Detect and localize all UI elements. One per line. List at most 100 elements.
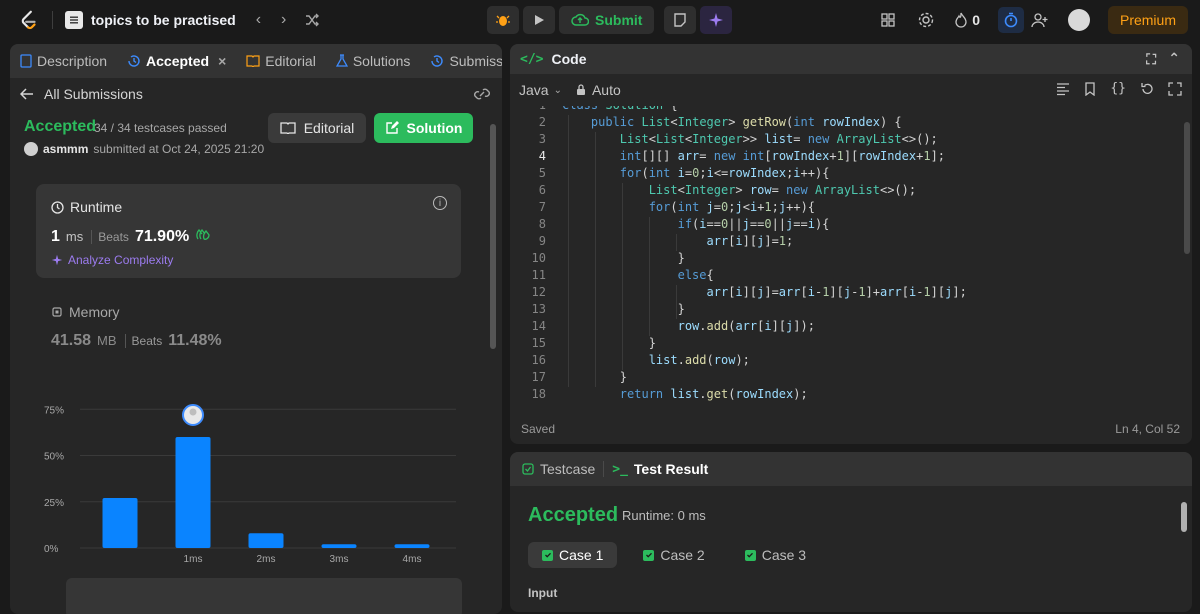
book-icon — [246, 55, 260, 67]
code-line[interactable]: 11 else{ — [510, 268, 1192, 285]
submit-button[interactable]: Submit — [559, 6, 655, 34]
language-select[interactable]: Java ⌄ — [519, 82, 562, 98]
maximize-icon[interactable]: ⛶ — [1146, 51, 1156, 68]
code-editor[interactable]: 1 class Solution {2 public List<Integer> … — [510, 106, 1192, 401]
memory-value: 41.58 MB Beats 11.48% — [51, 332, 222, 350]
debug-button[interactable] — [487, 6, 519, 34]
tab-description[interactable]: Description — [10, 44, 117, 78]
add-user-icon[interactable] — [1030, 10, 1050, 30]
next-problem-chevron-right-icon[interactable]: › — [281, 11, 286, 29]
code-line[interactable]: 5 for(int i=0;i<=rowIndex;i++){ — [510, 166, 1192, 183]
code-line[interactable]: 13 } — [510, 302, 1192, 319]
tab-test-result[interactable]: >_ Test Result — [612, 461, 708, 477]
code-line[interactable]: 16 list.add(row); — [510, 353, 1192, 370]
code-line[interactable]: 10 } — [510, 251, 1192, 268]
runtime-bar[interactable] — [321, 544, 357, 548]
streak-flame-icon[interactable]: 0 — [954, 10, 980, 30]
top-bar: topics to be practised ‹ › Submit 0 Prem… — [0, 0, 1200, 40]
timer-stopwatch-icon[interactable] — [997, 7, 1024, 33]
settings-gear-icon[interactable] — [916, 10, 936, 30]
ai-assist-button[interactable] — [700, 6, 733, 34]
code-line[interactable]: 8 if(i==0||j==0||j==i){ — [510, 217, 1192, 234]
tab-testcase[interactable]: Testcase — [522, 461, 595, 477]
tab-divider — [603, 461, 605, 477]
chevron-down-icon: ⌄ — [553, 84, 562, 96]
run-button[interactable] — [523, 6, 555, 34]
passed-check-icon — [643, 549, 655, 561]
premium-button[interactable]: Premium — [1107, 6, 1188, 34]
terminal-icon: >_ — [612, 461, 628, 477]
braces-icon[interactable]: {} — [1110, 82, 1126, 96]
case-tab-3[interactable]: Case 3 — [731, 542, 820, 568]
link-icon[interactable] — [474, 87, 490, 101]
play-icon — [535, 15, 544, 25]
runtime-bar[interactable] — [394, 544, 430, 548]
code-line[interactable]: 1 class Solution { — [510, 106, 1192, 115]
code-panel-title: Code — [551, 51, 587, 67]
code-line[interactable]: 3 List<List<Integer>> list= new ArrayLis… — [510, 132, 1192, 149]
result-scrollbar[interactable] — [1181, 502, 1187, 532]
code-line[interactable]: 4 int[][] arr= new int[rowIndex+1][rowIn… — [510, 149, 1192, 166]
user-avatar[interactable] — [1067, 9, 1090, 31]
code-line[interactable]: 6 List<Integer> row= new ArrayList<>(); — [510, 183, 1192, 200]
code-line[interactable]: 18 return list.get(rowIndex); — [510, 387, 1192, 401]
shuffle-icon[interactable] — [304, 12, 320, 28]
case-tab-label: Case 1 — [559, 547, 604, 563]
indent-guide — [595, 132, 596, 387]
runtime-bar[interactable] — [102, 498, 138, 548]
tab-solutions[interactable]: Solutions — [326, 44, 421, 78]
code-scrollbar[interactable] — [1184, 122, 1190, 254]
runtime-number: 1 — [51, 228, 60, 245]
memory-label[interactable]: Memory — [51, 304, 120, 320]
format-align-icon[interactable] — [1056, 82, 1070, 96]
notes-button[interactable] — [664, 6, 697, 34]
runtime-bar[interactable] — [175, 437, 211, 548]
case-tab-2[interactable]: Case 2 — [629, 542, 718, 568]
problem-list-title[interactable]: topics to be practised — [91, 12, 236, 28]
layout-grid-icon[interactable] — [878, 10, 898, 30]
code-line[interactable]: 9 arr[i][j]=1; — [510, 234, 1192, 251]
tab-accepted[interactable]: Accepted × — [117, 44, 236, 78]
code-text: list.add(row); — [648, 353, 750, 367]
line-number: 2 — [538, 115, 546, 129]
autocomplete-mode[interactable]: Auto — [576, 82, 621, 98]
fullscreen-icon[interactable] — [1168, 82, 1182, 96]
editorial-button[interactable]: Editorial — [268, 113, 366, 143]
code-line[interactable]: 7 for(int j=0;j<i+1;j++){ — [510, 200, 1192, 217]
collapse-chevron-up-icon[interactable]: ⌃ — [1168, 50, 1180, 67]
code-line[interactable]: 17 } — [510, 370, 1192, 387]
reset-undo-icon[interactable] — [1140, 82, 1154, 96]
indent-guide — [568, 115, 569, 387]
tab-submissions[interactable]: Submission — [420, 44, 502, 78]
analyze-complexity-link[interactable]: Analyze Complexity — [51, 253, 173, 267]
left-panel-scrollbar[interactable] — [490, 124, 496, 349]
code-line[interactable]: 12 arr[i][j]=arr[i-1][j-1]+arr[i-1][j]; — [510, 285, 1192, 302]
code-text: int[][] arr= new int[rowIndex+1][rowInde… — [619, 149, 946, 163]
runtime-bar[interactable] — [248, 533, 284, 548]
case-tab-1[interactable]: Case 1 — [528, 542, 618, 568]
runtime-beats-label: Beats — [91, 230, 129, 244]
solution-button[interactable]: Solution — [374, 113, 473, 143]
runtime-card[interactable]: Runtime i 1 ms Beats 71.90% Analyze Comp… — [36, 184, 461, 278]
y-tick-label: 25% — [44, 498, 64, 509]
line-number: 12 — [531, 285, 546, 299]
info-icon[interactable]: i — [433, 196, 447, 210]
code-line[interactable]: 15 } — [510, 336, 1192, 353]
all-submissions-link[interactable]: All Submissions — [10, 78, 502, 110]
book-icon — [280, 122, 296, 134]
submitter-username[interactable]: asmmm — [43, 142, 88, 156]
history-icon — [431, 55, 444, 67]
leetcode-logo-icon[interactable] — [18, 9, 40, 31]
submit-label: Submit — [595, 12, 643, 28]
bookmark-icon[interactable] — [1084, 82, 1096, 96]
code-text: } — [562, 251, 685, 265]
close-tab-icon[interactable]: × — [218, 53, 226, 69]
code-text: row.add(arr[i][j]); — [677, 319, 815, 333]
code-line[interactable]: 14 row.add(arr[i][j]); — [510, 319, 1192, 336]
prev-problem-chevron-left-icon[interactable]: ‹ — [256, 11, 261, 29]
tab-editorial-label: Editorial — [265, 53, 316, 69]
line-number: 13 — [531, 302, 546, 316]
code-line[interactable]: 2 public List<Integer> getRow(int rowInd… — [510, 115, 1192, 132]
test-case-tabs: Case 1 Case 2 Case 3 — [528, 542, 820, 568]
tab-editorial[interactable]: Editorial — [236, 44, 326, 78]
